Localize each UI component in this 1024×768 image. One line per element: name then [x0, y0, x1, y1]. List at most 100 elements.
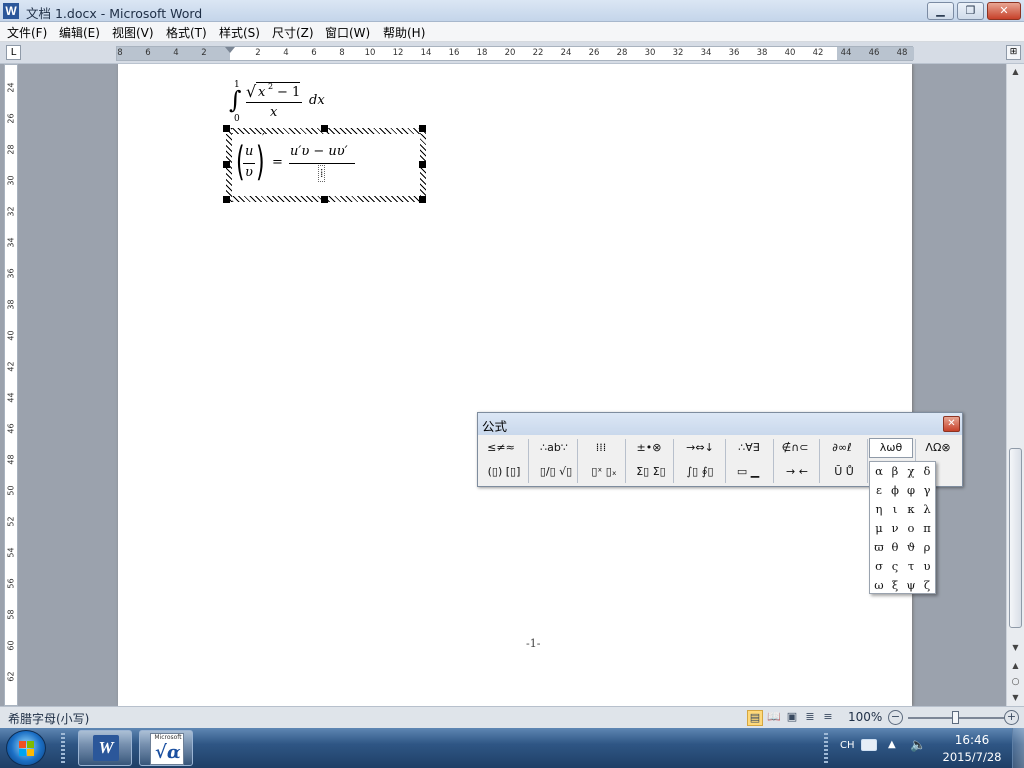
greek-letter-button[interactable]: β: [887, 462, 903, 481]
palette-relational-operators-button[interactable]: ≤≠≈: [482, 438, 520, 458]
full-screen-reading-view-icon[interactable]: 📖: [766, 710, 782, 726]
equation-quotient-rule[interactable]: ( u υ ) ′ = u′υ − uυ′ ⁞: [232, 131, 420, 196]
tray-grip[interactable]: [824, 733, 828, 763]
palette-arrow-symbols-button[interactable]: →⇔↓: [677, 438, 723, 458]
palette-greek-uppercase-button[interactable]: ΛΩ⊗: [917, 438, 959, 458]
palette-subscript-superscript-templates-button[interactable]: ▯ˣ ▯ₓ: [583, 462, 625, 482]
greek-letter-button[interactable]: ψ: [903, 576, 919, 595]
resize-handle-se[interactable]: [419, 196, 426, 203]
greek-letter-button[interactable]: ς: [887, 557, 903, 576]
palette-fence-templates-button[interactable]: (▯) [▯]: [484, 462, 524, 482]
start-button[interactable]: [6, 730, 46, 766]
palette-spaces-and-ellipses-button[interactable]: ∴ab∵: [533, 438, 575, 458]
scroll-thumb[interactable]: [1009, 448, 1022, 628]
greek-letter-button[interactable]: μ: [871, 519, 887, 538]
greek-letter-button[interactable]: ϕ: [887, 481, 903, 500]
palette-operator-symbols-button[interactable]: ±•⊗: [629, 438, 669, 458]
menu-help[interactable]: 帮助(H): [383, 24, 425, 41]
palette-greek-lowercase-button[interactable]: λωθ: [869, 438, 913, 458]
palette-embellishments-button[interactable]: ⁞⁞⁞: [581, 438, 621, 458]
first-line-indent-marker[interactable]: [225, 47, 235, 53]
input-language-indicator[interactable]: CH: [840, 740, 855, 751]
greek-letter-button[interactable]: η: [871, 500, 887, 519]
resize-handle-sw[interactable]: [223, 196, 230, 203]
palette-fraction-radical-templates-button[interactable]: ▯/▯ √▯: [535, 462, 577, 482]
vertical-scrollbar[interactable]: ▲ ▼ ▲ ○ ▼: [1006, 64, 1024, 706]
greek-letter-button[interactable]: ο: [903, 519, 919, 538]
menu-edit[interactable]: 编辑(E): [59, 24, 100, 41]
draft-view-icon[interactable]: ≡: [820, 710, 836, 726]
menu-style[interactable]: 样式(S): [219, 24, 260, 41]
greek-letter-button[interactable]: χ: [903, 462, 919, 481]
selected-equation-object[interactable]: ( u υ ) ′ = u′υ − uυ′ ⁞: [226, 128, 426, 202]
greek-letter-button[interactable]: ρ: [919, 538, 935, 557]
greek-letter-button[interactable]: ε: [871, 481, 887, 500]
vertical-ruler[interactable]: 24 26 28 30 32 34 36 38 40 42 44 46 48 50 52 54 56 58 60 62: [4, 64, 18, 706]
previous-page-button[interactable]: ▲: [1007, 658, 1024, 674]
menu-file[interactable]: 文件(F): [7, 24, 47, 41]
palette-underbar-overbar-templates-button[interactable]: ▭ ▁: [727, 462, 769, 482]
horizontal-ruler[interactable]: 8 6 4 2 2 4 6 8 10 12 14 16 18 20 22 24 26 28 30 32 34 36 38 40…: [116, 46, 914, 61]
keyboard-icon[interactable]: [861, 739, 877, 751]
volume-icon[interactable]: 🔈: [910, 738, 926, 753]
palette-close-button[interactable]: ✕: [943, 416, 960, 432]
minimize-button[interactable]: ▁: [927, 2, 954, 20]
zoom-level[interactable]: 100%: [848, 710, 882, 724]
greek-letter-button[interactable]: φ: [903, 481, 919, 500]
palette-labeled-arrow-templates-button[interactable]: → ←: [775, 462, 819, 482]
greek-letter-button[interactable]: υ: [919, 557, 935, 576]
resize-handle-nw[interactable]: [223, 125, 230, 132]
zoom-slider-handle[interactable]: [952, 711, 959, 724]
menu-window[interactable]: 窗口(W): [325, 24, 370, 41]
palette-misc-symbols-button[interactable]: ∂∞ℓ: [821, 438, 863, 458]
greek-letter-button[interactable]: ι: [887, 500, 903, 519]
palette-logical-symbols-button[interactable]: ∴∀∃: [727, 438, 771, 458]
denominator-placeholder-slot[interactable]: ⁞: [318, 165, 326, 182]
resize-handle-ne[interactable]: [419, 125, 426, 132]
select-browse-object-button[interactable]: ○: [1007, 674, 1024, 690]
palette-summation-templates-button[interactable]: Σ▯ Σ▯: [629, 462, 673, 482]
scroll-down-button[interactable]: ▼: [1007, 640, 1024, 656]
print-layout-view-icon[interactable]: ▤: [747, 710, 763, 726]
menu-size[interactable]: 尺寸(Z): [272, 24, 314, 41]
greek-letter-button[interactable]: θ: [887, 538, 903, 557]
greek-letter-button[interactable]: ξ: [887, 576, 903, 595]
greek-letter-button[interactable]: ν: [887, 519, 903, 538]
menu-view[interactable]: 视图(V): [112, 24, 154, 41]
resize-handle-w[interactable]: [223, 161, 230, 168]
next-page-button[interactable]: ▼: [1007, 690, 1024, 706]
tab-stop-selector[interactable]: L: [6, 45, 21, 60]
document-page[interactable]: 1 ∫ 0 √ x 2 − 1 x dx ( u υ ) ′ = u′υ − u…: [118, 64, 912, 706]
taskbar-word-button[interactable]: W: [78, 730, 132, 766]
clock-date[interactable]: 2015/7/28: [938, 750, 1006, 764]
menu-format[interactable]: 格式(T): [166, 24, 207, 41]
greek-letter-button[interactable]: α: [871, 462, 887, 481]
greek-letter-button[interactable]: ϖ: [871, 538, 887, 557]
resize-handle-s[interactable]: [321, 196, 328, 203]
resize-handle-n[interactable]: [321, 125, 328, 132]
show-hidden-icons-arrow[interactable]: ▲: [888, 739, 896, 750]
clock-time[interactable]: 16:46: [950, 733, 994, 747]
palette-set-theory-symbols-button[interactable]: ∉∩⊂: [775, 438, 815, 458]
outline-view-icon[interactable]: ≣: [802, 710, 818, 726]
taskbar-equation-editor-button[interactable]: Microsoft √α: [139, 730, 193, 766]
palette-product-set-templates-button[interactable]: Ū Ů: [821, 462, 867, 482]
web-layout-view-icon[interactable]: ▣: [784, 710, 800, 726]
greek-lowercase-dropdown[interactable]: αβχδ εϕφγ ηικλ μνοπ ϖθϑρ σςτυ ωξψζ: [869, 461, 936, 594]
greek-letter-button[interactable]: λ: [919, 500, 935, 519]
show-desktop-button[interactable]: [1012, 728, 1024, 768]
zoom-in-button[interactable]: +: [1004, 710, 1019, 725]
greek-letter-button[interactable]: π: [919, 519, 935, 538]
palette-integral-templates-button[interactable]: ∫▯ ∮▯: [679, 462, 721, 482]
greek-letter-button[interactable]: ζ: [919, 576, 935, 595]
view-ruler-icon[interactable]: ⊞: [1006, 45, 1021, 60]
greek-letter-button[interactable]: δ: [919, 462, 935, 481]
greek-letter-button[interactable]: ω: [871, 576, 887, 595]
word-app-icon[interactable]: W: [3, 3, 19, 19]
scroll-up-button[interactable]: ▲: [1007, 64, 1024, 80]
greek-letter-button[interactable]: κ: [903, 500, 919, 519]
maximize-button[interactable]: ❐: [957, 2, 984, 20]
taskbar-grip[interactable]: [61, 733, 65, 763]
greek-letter-button[interactable]: σ: [871, 557, 887, 576]
equation-integral[interactable]: 1 ∫ 0 √ x 2 − 1 x dx: [228, 80, 458, 126]
